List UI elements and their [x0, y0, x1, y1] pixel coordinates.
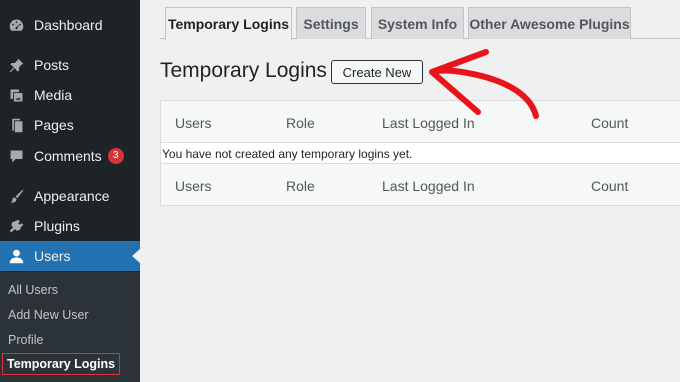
brush-icon [6, 186, 26, 206]
menu-label: Posts [34, 57, 70, 73]
tab-other-awesome-plugins[interactable]: Other Awesome Plugins [468, 7, 631, 39]
submenu-item-temporary-logins[interactable]: Temporary Logins [1, 353, 121, 375]
plugin-tabs: Temporary Logins Settings System Info Ot… [160, 0, 680, 40]
column-footer-role[interactable]: Role [286, 178, 315, 194]
menu-item-comments[interactable]: Comments 3 [0, 141, 140, 171]
menu-label: Media [34, 87, 73, 103]
menu-item-media[interactable]: Media [0, 80, 140, 110]
tab-temporary-logins[interactable]: Temporary Logins [165, 7, 292, 40]
submenu-item-profile[interactable]: Profile [8, 333, 43, 347]
tab-settings[interactable]: Settings [296, 7, 366, 39]
column-header-users[interactable]: Users [175, 115, 212, 131]
menu-label: Users [34, 248, 71, 264]
tab-system-info[interactable]: System Info [371, 7, 464, 39]
pin-icon [6, 55, 26, 75]
empty-message: You have not created any temporary login… [162, 147, 413, 161]
table-footer: Users Role Last Logged In Count [161, 163, 680, 205]
menu-item-appearance[interactable]: Appearance [0, 181, 140, 211]
column-footer-last-logged-in[interactable]: Last Logged In [382, 178, 475, 194]
menu-item-posts[interactable]: Posts [0, 50, 140, 80]
menu-label: Pages [34, 117, 74, 133]
page-title: Temporary Logins [160, 59, 327, 82]
media-icon [6, 85, 26, 105]
column-footer-users[interactable]: Users [175, 178, 212, 194]
comment-count-badge: 3 [107, 148, 124, 164]
menu-label: Appearance [34, 188, 110, 204]
temporary-logins-table: Users Role Last Logged In Count You have… [160, 100, 680, 206]
column-header-role[interactable]: Role [286, 115, 315, 131]
column-header-last-logged-in[interactable]: Last Logged In [382, 115, 475, 131]
menu-item-pages[interactable]: Pages [0, 110, 140, 140]
column-header-count[interactable]: Count [591, 115, 628, 131]
menu-label: Comments [34, 148, 102, 164]
menu-item-dashboard[interactable]: Dashboard [0, 10, 140, 40]
submenu-item-all-users[interactable]: All Users [8, 283, 58, 297]
admin-sidebar: Dashboard Posts Media Pages Comments 3 A… [0, 0, 140, 382]
comment-icon [6, 146, 26, 166]
create-new-button[interactable]: Create New [331, 60, 423, 84]
menu-item-plugins[interactable]: Plugins [0, 211, 140, 241]
pages-icon [6, 115, 26, 135]
dashboard-icon [6, 15, 26, 35]
menu-label: Plugins [34, 218, 80, 234]
plug-icon [6, 216, 26, 236]
submenu-item-add-new-user[interactable]: Add New User [8, 308, 89, 322]
user-icon [6, 246, 26, 266]
menu-label: Dashboard [34, 17, 103, 33]
menu-item-users[interactable]: Users [0, 241, 140, 271]
table-header: Users Role Last Logged In Count [161, 101, 680, 143]
users-submenu: All Users Add New User Profile Temporary… [0, 272, 140, 382]
column-footer-count[interactable]: Count [591, 178, 628, 194]
